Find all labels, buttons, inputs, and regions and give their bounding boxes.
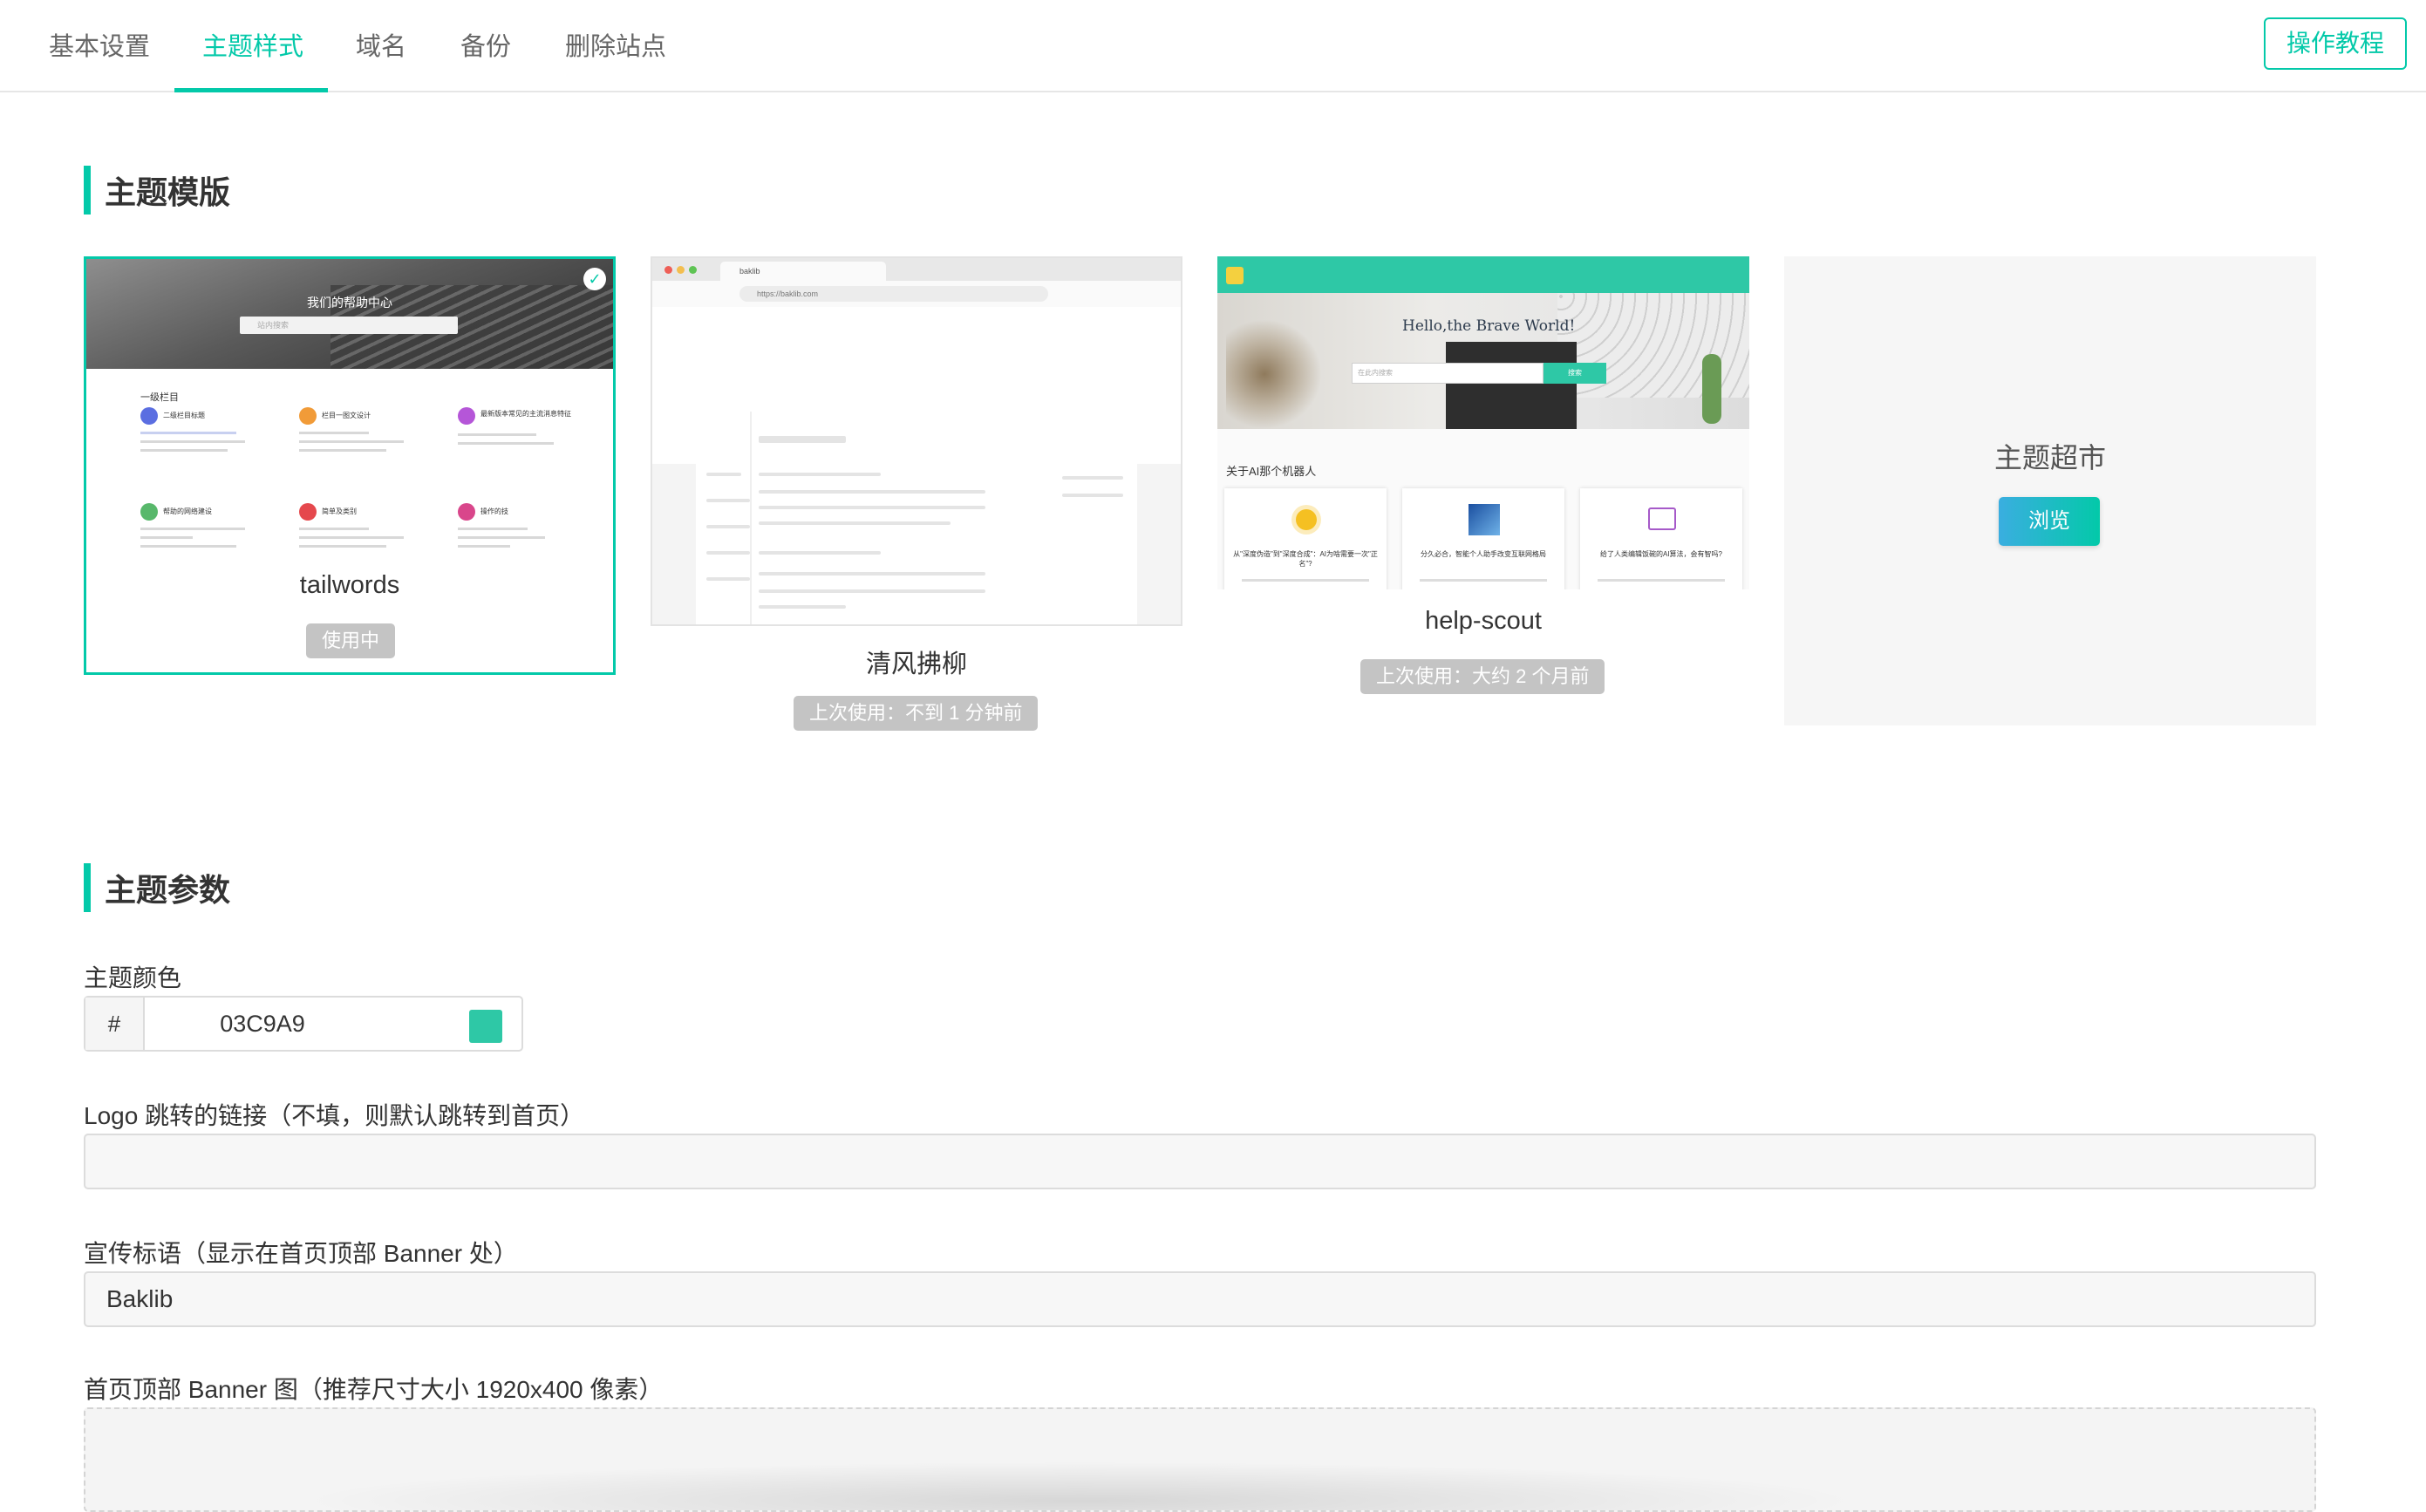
- active-tab-indicator: [174, 88, 328, 92]
- preview-hero-text: Hello,the Brave World!: [1402, 317, 1576, 335]
- theme-preview: baklib https://baklib.com: [651, 256, 1182, 626]
- section-accent-bar: [84, 863, 91, 912]
- theme-color-field[interactable]: # 03C9A9: [84, 996, 523, 1052]
- theme-preview: Hello,the Brave World! 在此内搜索 搜索 关于AI那个机器…: [1217, 256, 1749, 589]
- theme-color-label: 主题颜色: [84, 964, 182, 991]
- selected-check-icon: ✓: [583, 268, 606, 290]
- tab-domain[interactable]: 域名: [356, 26, 406, 63]
- section-header-templates: 主题模版: [84, 166, 230, 215]
- preview-browser-chrome: baklib: [652, 258, 1181, 281]
- preview-search-button: 搜索: [1544, 363, 1606, 384]
- slogan-label: 宣传标语（显示在首页顶部 Banner 处）: [84, 1240, 518, 1267]
- preview-content-panel: [696, 412, 1137, 624]
- preview-banner: [1217, 293, 1749, 429]
- theme-market-title: 主题超市: [1993, 442, 2106, 473]
- preview-address-bar: https://baklib.com: [652, 281, 1181, 308]
- theme-card-help-scout[interactable]: Hello,the Brave World! 在此内搜索 搜索 关于AI那个机器…: [1217, 256, 1749, 710]
- preview-header: [1217, 256, 1749, 293]
- preview-tile: 栏目一图文设计: [299, 407, 430, 468]
- theme-status-badge: 使用中: [306, 623, 396, 658]
- section-header-params: 主题参数: [84, 863, 230, 912]
- theme-card-tailwords[interactable]: 我们的帮助中心 站内搜索 ✓ 一级栏目 二级栏目标题 栏目一图文设计 最新版本常…: [84, 256, 616, 675]
- tab-basic-settings[interactable]: 基本设置: [49, 26, 150, 63]
- theme-market-card: 主题超市 浏览: [1784, 256, 2316, 725]
- preview-title: 我们的帮助中心: [307, 296, 392, 310]
- theme-name: 清风拂柳: [865, 650, 967, 678]
- section-title: 主题参数: [105, 872, 231, 908]
- preview-tile: 给了人类编辑饭碗的AI算法，会有智吗?: [1580, 488, 1742, 589]
- preview-search: 站内搜索: [240, 317, 458, 334]
- preview-tile: 最新版本常见的主流消息特征: [458, 407, 589, 468]
- theme-color-input[interactable]: 03C9A9: [145, 998, 380, 1050]
- tab-backup[interactable]: 备份: [460, 26, 511, 63]
- preview-tile: 操作的技: [458, 503, 589, 564]
- logo-link-label: Logo 跳转的链接（不填，则默认跳转到首页）: [84, 1102, 585, 1129]
- section-accent-bar: [84, 166, 91, 215]
- theme-name: help-scout: [1425, 607, 1542, 635]
- preview-section-title: 关于AI那个机器人: [1226, 465, 1317, 478]
- banner-image-label: 首页顶部 Banner 图（推荐尺寸大小 1920x400 像素）: [84, 1376, 664, 1403]
- theme-card-qingfengfuliu[interactable]: baklib https://baklib.com 清风拂柳 上次使用：不到 1…: [651, 256, 1182, 745]
- preview-category: 一级栏目: [140, 392, 179, 403]
- hash-prefix: #: [85, 998, 145, 1050]
- preview-tile: 简单及类别: [299, 503, 430, 564]
- tab-delete-site[interactable]: 删除站点: [565, 26, 666, 63]
- preview-search: 在此内搜索: [1352, 363, 1544, 384]
- banner-upload-area[interactable]: [84, 1407, 2316, 1512]
- logo-link-input[interactable]: [84, 1134, 2316, 1189]
- slogan-input[interactable]: Baklib: [84, 1271, 2316, 1327]
- preview-banner: 我们的帮助中心 站内搜索: [86, 259, 613, 369]
- theme-status-badge: 上次使用：大约 2 个月前: [1360, 659, 1605, 694]
- preview-tile: 帮助的网络建设: [140, 503, 271, 564]
- section-title: 主题模版: [105, 174, 231, 210]
- tutorial-button[interactable]: 操作教程: [2264, 17, 2407, 70]
- theme-name: tailwords: [299, 571, 400, 599]
- preview-tile: 分久必合，智能个人助手改变互联网格局: [1402, 488, 1564, 589]
- color-picker-swatch[interactable]: [469, 1010, 502, 1043]
- theme-status-badge: 上次使用：不到 1 分钟前: [794, 696, 1039, 731]
- settings-tab-bar: 基本设置 主题样式 域名 备份 删除站点 操作教程: [0, 0, 2426, 92]
- preview-tile: 二级栏目标题: [140, 407, 271, 468]
- preview-tile: 从"深度伪造"到"深度合成"：AI为啥需要一次"正名"?: [1224, 488, 1387, 589]
- tab-theme-style[interactable]: 主题样式: [202, 26, 303, 63]
- browse-themes-button[interactable]: 浏览: [1999, 497, 2100, 546]
